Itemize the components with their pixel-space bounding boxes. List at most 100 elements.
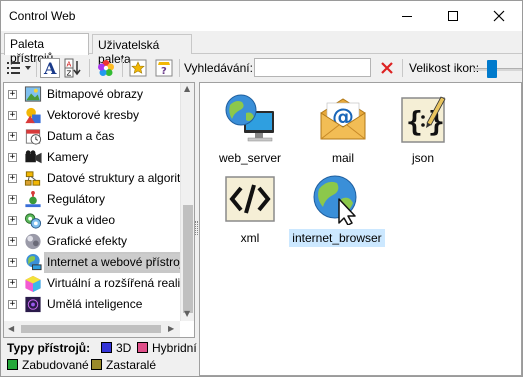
instrument-label: internet_browser	[287, 229, 387, 247]
font-icon: A	[40, 58, 60, 78]
web-server-icon	[225, 94, 274, 142]
tree-item[interactable]: + Datové struktury a algoritmy	[4, 168, 194, 189]
sound-video-icon	[24, 213, 42, 229]
expand-plus-icon[interactable]: +	[8, 279, 17, 288]
instrument-label: xml	[240, 231, 260, 245]
tree-item[interactable]: + Vektorové kresby	[4, 105, 180, 126]
color-palette-button[interactable]	[95, 57, 117, 79]
tree-item[interactable]: + Bitmapové obrazy	[4, 84, 180, 105]
tree-item-label: Virtuální a rozšířená realita	[47, 276, 191, 290]
instrument-json[interactable]: { } json	[373, 88, 473, 168]
help-icon: ?	[155, 59, 173, 77]
tree-horizontal-scrollbar[interactable]: ◀ ▶	[4, 321, 180, 337]
category-tree: + Bitmapové obrazy + Vektorové kresby + Datum…	[3, 82, 195, 338]
json-icon: { }	[401, 96, 446, 143]
tree-item-label: Datum a čas	[47, 129, 115, 143]
tree-item-label: Regulátory	[47, 192, 106, 206]
tree-item-label: Umělá inteligence	[47, 297, 143, 311]
graphic-effects-icon	[25, 233, 41, 250]
minimize-button[interactable]	[384, 1, 430, 31]
svg-text:A: A	[43, 59, 57, 78]
instrument-internet-browser[interactable]: internet_browser	[287, 168, 387, 248]
expand-plus-icon[interactable]: +	[8, 300, 17, 309]
horizontal-scroll-thumb[interactable]	[21, 325, 161, 333]
data-structures-icon	[24, 171, 41, 186]
sort-button[interactable]: A Z	[63, 57, 83, 79]
scroll-right-arrow-icon[interactable]: ▶	[168, 324, 174, 333]
svg-text:?: ?	[161, 66, 167, 77]
calendar-icon	[25, 129, 42, 145]
expand-plus-icon[interactable]: +	[8, 132, 17, 141]
legend-swatch	[101, 342, 112, 353]
tree-item[interactable]: + Zvuk a video	[4, 210, 180, 231]
instrument-label: json	[411, 151, 434, 165]
instrument-xml[interactable]: xml	[200, 168, 300, 248]
title-bar[interactable]: Control Web	[1, 1, 522, 31]
regulator-icon	[25, 190, 41, 208]
tree-item-label: Datové struktury a algoritmy	[47, 171, 195, 185]
list-view-button[interactable]	[5, 57, 33, 79]
clear-search-button[interactable]	[377, 57, 397, 79]
scroll-down-arrow-icon[interactable]: ▼	[184, 309, 190, 318]
favorites-button[interactable]	[127, 57, 149, 79]
scroll-up-arrow-icon[interactable]: ▲	[184, 84, 190, 93]
tree-item[interactable]: + Internet a webové přístroje	[4, 252, 184, 273]
legend-swatch	[137, 342, 148, 353]
list-view-icon	[7, 62, 31, 74]
scroll-left-arrow-icon[interactable]: ◀	[8, 324, 14, 333]
tree-item[interactable]: + Kamery	[4, 147, 180, 168]
mail-icon: @	[320, 98, 366, 140]
tree-item[interactable]: + Datum a čas	[4, 126, 180, 147]
internet-globe-icon	[26, 253, 42, 271]
slider-thumb[interactable]	[487, 60, 497, 78]
tree-item-label: Kamery	[47, 150, 89, 164]
instrument-web-server[interactable]: web_server	[200, 88, 300, 168]
legend-swatch	[91, 359, 102, 370]
sort-icon: A Z	[64, 58, 81, 78]
toolbar: A A Z ? Vyhledávání: Velikost ikon:	[1, 54, 522, 81]
help-button[interactable]: ?	[153, 57, 175, 79]
expand-plus-icon[interactable]: +	[8, 153, 17, 162]
tab-instrument-palette[interactable]: Paleta přístrojů	[4, 33, 89, 65]
favorite-star-icon	[129, 59, 147, 77]
expand-plus-icon[interactable]: +	[8, 195, 17, 204]
tree-item[interactable]: + Umělá inteligence	[4, 294, 180, 315]
expand-plus-icon[interactable]: +	[8, 258, 17, 267]
tree-item[interactable]: + Virtuální a rozšířená realita	[4, 273, 190, 294]
expand-plus-icon[interactable]: +	[8, 90, 17, 99]
virtual-reality-icon	[25, 275, 41, 293]
tree-item-label: Internet a webové přístroje	[47, 254, 182, 270]
legend-item-3d: 3D	[101, 341, 131, 355]
search-label: Vyhledávání:	[184, 61, 253, 75]
close-icon	[493, 10, 505, 22]
camera-icon	[25, 150, 42, 164]
tree-item-label: Grafické efekty	[47, 234, 128, 248]
icon-size-slider[interactable]	[474, 60, 522, 78]
font-button[interactable]: A	[39, 57, 61, 79]
expand-plus-icon[interactable]: +	[8, 237, 17, 246]
tree-item[interactable]: + Regulátory	[4, 189, 180, 210]
tree-item-label: Zvuk a video	[47, 213, 116, 227]
expand-plus-icon[interactable]: +	[8, 216, 17, 225]
expand-plus-icon[interactable]: +	[8, 174, 17, 183]
vertical-scroll-thumb[interactable]	[183, 205, 193, 313]
legend-item-obsolete: Zastaralé	[91, 358, 156, 372]
maximize-icon	[448, 11, 458, 21]
expand-plus-icon[interactable]: +	[8, 111, 17, 120]
window-title: Control Web	[9, 9, 76, 23]
tree-item-label: Bitmapové obrazy	[47, 87, 144, 101]
tree-item[interactable]: + Grafické efekty	[4, 231, 180, 252]
legend-item-embedded: Zabudované	[7, 358, 89, 372]
minimize-icon	[402, 15, 412, 17]
search-input[interactable]	[254, 58, 371, 77]
color-palette-icon	[98, 60, 114, 76]
icon-size-label: Velikost ikon:	[409, 61, 480, 75]
maximize-button[interactable]	[430, 1, 476, 31]
internet-browser-icon	[313, 175, 357, 225]
close-button[interactable]	[476, 1, 522, 31]
panel-splitter[interactable]	[195, 221, 198, 235]
bitmap-image-icon	[24, 86, 42, 102]
tree-vertical-scrollbar[interactable]: ▲ ▼	[180, 83, 194, 321]
tab-user-palette[interactable]: Uživatelská paleta	[92, 34, 192, 66]
legend-item-hybrid: Hybridní	[137, 341, 197, 355]
